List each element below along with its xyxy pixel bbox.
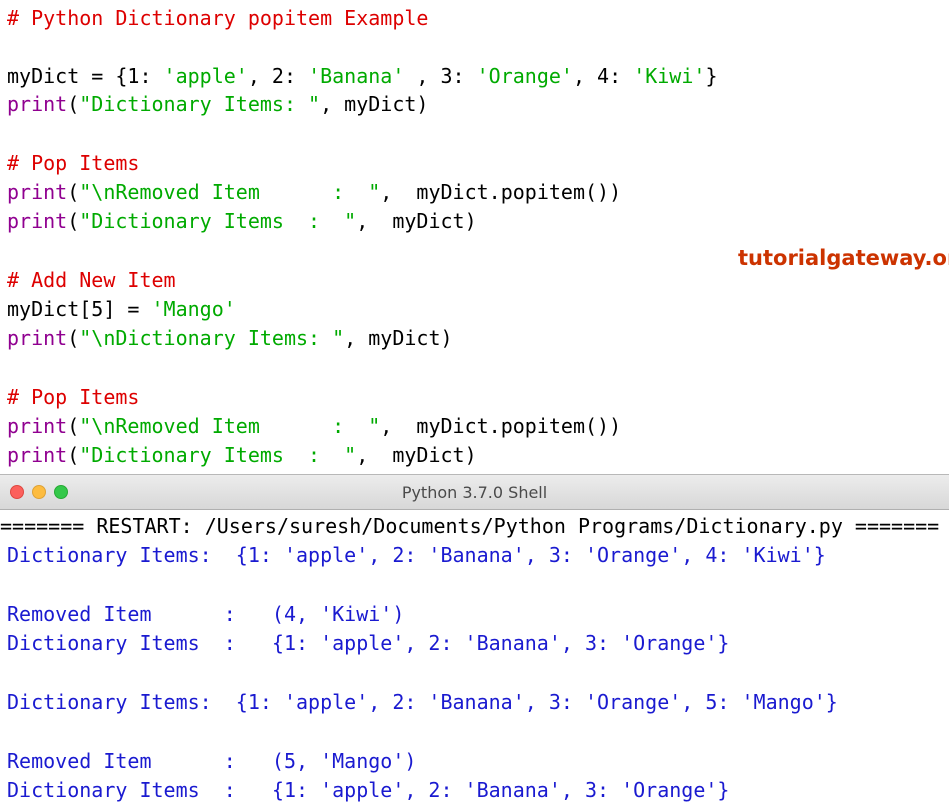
code-token: # Add New Item xyxy=(7,268,176,292)
code-token: myDict = {1: xyxy=(7,64,164,88)
code-token: , myDict) xyxy=(344,326,452,350)
code-token: "\nDictionary Items: " xyxy=(79,326,344,350)
code-token: } xyxy=(705,64,717,88)
code-token: ( xyxy=(67,92,79,116)
shell-output-line: Dictionary Items: {1: 'apple', 2: 'Banan… xyxy=(7,541,826,569)
code-token: , myDict.popitem()) xyxy=(380,180,621,204)
shell-output-line: Removed Item : (5, 'Mango') xyxy=(7,747,416,775)
code-token: , myDict) xyxy=(356,443,476,467)
code-token: ( xyxy=(67,209,79,233)
code-token: 'Mango' xyxy=(152,297,236,321)
code-token: , myDict.popitem()) xyxy=(380,414,621,438)
code-token: print xyxy=(7,209,67,233)
shell-window-titlebar[interactable]: Python 3.7.0 Shell xyxy=(0,474,949,510)
shell-output-line: Dictionary Items : {1: 'apple', 2: 'Bana… xyxy=(7,629,729,657)
code-token: "Dictionary Items : " xyxy=(79,209,356,233)
code-line: print("\nRemoved Item : ", myDict.popite… xyxy=(7,412,621,440)
code-editor[interactable]: # Python Dictionary popitem Example myDic… xyxy=(0,0,949,474)
code-token: print xyxy=(7,326,67,350)
code-token: # Pop Items xyxy=(7,385,139,409)
code-line: # Pop Items xyxy=(7,383,139,411)
code-token: , 4: xyxy=(573,64,633,88)
code-token: print xyxy=(7,443,67,467)
code-line: myDict[5] = 'Mango' xyxy=(7,295,236,323)
code-token: ( xyxy=(67,180,79,204)
window-title: Python 3.7.0 Shell xyxy=(0,475,949,511)
code-line: print("Dictionary Items: ", myDict) xyxy=(7,90,428,118)
code-token: # Python Dictionary popitem Example xyxy=(7,6,428,30)
code-token: "\nRemoved Item : " xyxy=(79,180,380,204)
code-line: # Python Dictionary popitem Example xyxy=(7,4,428,32)
code-token: 'Banana' xyxy=(308,64,404,88)
code-token: print xyxy=(7,92,67,116)
code-token: , myDict) xyxy=(356,209,476,233)
code-token: , 3: xyxy=(404,64,476,88)
code-token: ( xyxy=(67,414,79,438)
code-line: print("\nRemoved Item : ", myDict.popite… xyxy=(7,178,621,206)
shell-output[interactable]: ======= RESTART: /Users/suresh/Documents… xyxy=(0,510,949,809)
code-token: , myDict) xyxy=(320,92,428,116)
code-line: # Pop Items xyxy=(7,149,139,177)
code-token: 'Orange' xyxy=(477,64,573,88)
code-token: print xyxy=(7,180,67,204)
code-token: myDict[5] = xyxy=(7,297,152,321)
restart-banner: ======= RESTART: /Users/suresh/Documents… xyxy=(0,512,939,540)
code-token: print xyxy=(7,414,67,438)
code-line: # Add New Item xyxy=(7,266,176,294)
site-watermark: tutorialgateway.org xyxy=(738,243,949,273)
code-token: 'Kiwi' xyxy=(633,64,705,88)
code-token: ( xyxy=(67,443,79,467)
code-token: "\nRemoved Item : " xyxy=(79,414,380,438)
shell-output-line: Dictionary Items: {1: 'apple', 2: 'Banan… xyxy=(7,688,838,716)
code-line: print("\nDictionary Items: ", myDict) xyxy=(7,324,453,352)
code-token: "Dictionary Items : " xyxy=(79,443,356,467)
code-token: # Pop Items xyxy=(7,151,139,175)
code-line: myDict = {1: 'apple', 2: 'Banana' , 3: '… xyxy=(7,62,717,90)
code-line: print("Dictionary Items : ", myDict) xyxy=(7,441,477,469)
shell-output-line: Dictionary Items : {1: 'apple', 2: 'Bana… xyxy=(7,776,729,804)
code-line: print("Dictionary Items : ", myDict) xyxy=(7,207,477,235)
code-token: , 2: xyxy=(248,64,308,88)
code-token: 'apple' xyxy=(164,64,248,88)
code-token: ( xyxy=(67,326,79,350)
code-token: "Dictionary Items: " xyxy=(79,92,320,116)
shell-output-line: Removed Item : (4, 'Kiwi') xyxy=(7,600,404,628)
